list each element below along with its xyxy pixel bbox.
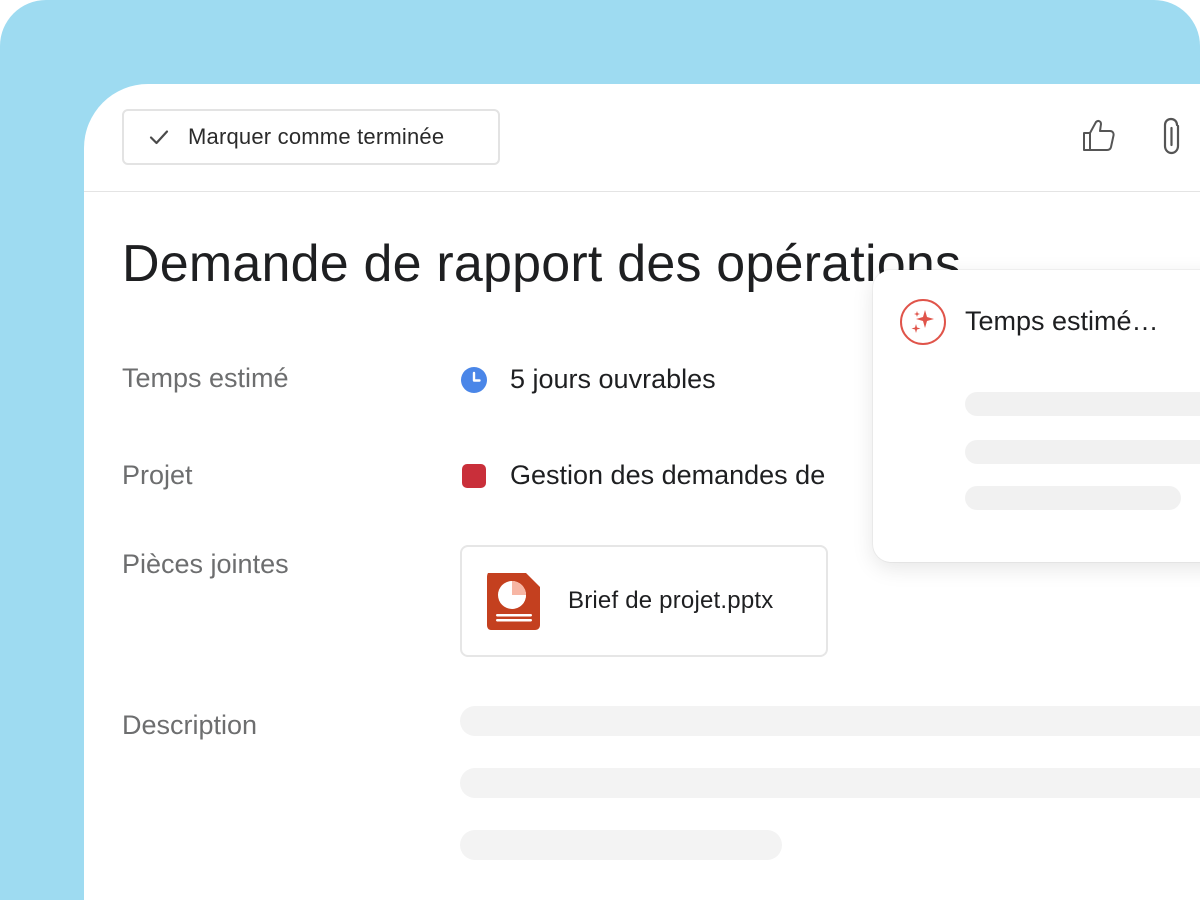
ai-sparkle-icon <box>899 298 947 346</box>
like-button[interactable] <box>1079 118 1119 158</box>
project-name: Gestion des demandes de <box>510 460 826 490</box>
task-toolbar: Marquer comme terminée <box>84 84 1200 192</box>
ai-placeholder-line <box>965 440 1200 464</box>
thumbs-up-icon <box>1080 117 1118 160</box>
description-placeholder-line <box>460 768 1200 798</box>
pptx-file-icon <box>482 569 546 633</box>
estimated-time-value[interactable]: 5 jours ouvrables <box>460 364 716 395</box>
ai-estimate-popup: Temps estimé… <box>873 270 1200 562</box>
mark-complete-button[interactable]: Marquer comme terminée <box>122 109 500 165</box>
attachment-file-name: Brief de projet.pptx <box>568 587 774 614</box>
project-color-square <box>460 462 488 490</box>
attach-button[interactable] <box>1154 116 1194 161</box>
check-icon <box>148 126 170 148</box>
mark-complete-label: Marquer comme terminée <box>188 124 445 149</box>
estimated-time-label: Temps estimé <box>122 363 289 393</box>
project-label: Projet <box>122 460 193 490</box>
ai-placeholder-line <box>965 392 1200 416</box>
description-placeholder-line <box>460 706 1200 736</box>
project-value[interactable]: Gestion des demandes de <box>460 460 825 491</box>
paperclip-icon <box>1158 116 1190 161</box>
ai-popup-title: Temps estimé… <box>965 306 1159 336</box>
clock-icon <box>460 366 488 394</box>
ai-placeholder-line <box>965 486 1181 510</box>
attachments-label: Pièces jointes <box>122 549 289 579</box>
description-label: Description <box>122 710 258 740</box>
attachment-card[interactable]: Brief de projet.pptx <box>460 545 828 657</box>
estimated-time-text: 5 jours ouvrables <box>510 364 716 394</box>
task-title: Demande de rapport des opérations <box>122 235 962 293</box>
description-placeholder-line <box>460 830 782 860</box>
